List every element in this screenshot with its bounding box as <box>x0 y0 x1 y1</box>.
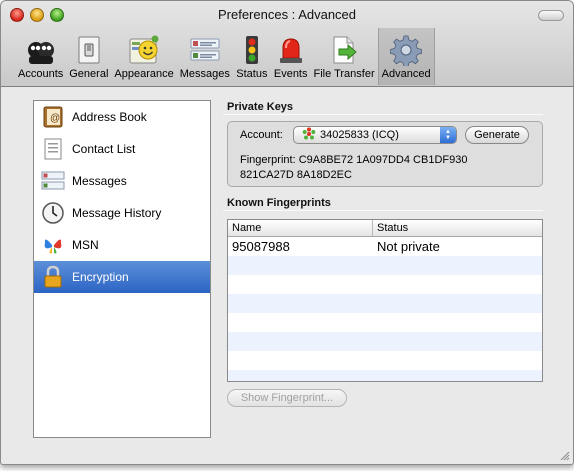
toolbar-general[interactable]: General <box>66 28 111 85</box>
toolbar-file-transfer[interactable]: File Transfer <box>311 28 378 85</box>
accounts-icon <box>25 34 57 66</box>
table-row[interactable]: 95087988 Not private <box>228 237 542 256</box>
account-popup[interactable]: 34025833 (ICQ) ▲ ▼ <box>293 126 457 144</box>
table-body: 95087988 Not private <box>228 237 542 381</box>
table-header: Name Status <box>228 220 542 237</box>
sidebar-item-msn[interactable]: MSN <box>34 229 210 261</box>
row-name: 95087988 <box>232 239 290 254</box>
column-header-status[interactable]: Status <box>373 220 408 236</box>
icq-flower-icon <box>302 127 316 144</box>
empty-row <box>228 275 542 294</box>
toolbar-label: File Transfer <box>313 68 375 80</box>
toolbar-toggle-button[interactable] <box>538 10 564 21</box>
toolbar-label: Messages <box>179 68 230 80</box>
contact-list-icon <box>40 136 66 162</box>
toolbar-messages[interactable]: Messages <box>177 28 233 85</box>
generate-button[interactable]: Generate <box>465 126 529 144</box>
messages-icon <box>189 34 221 66</box>
smiley-palette-icon <box>128 34 160 66</box>
show-fingerprint-button[interactable]: Show Fingerprint... <box>227 389 347 407</box>
siren-icon <box>275 34 307 66</box>
svg-text:@: @ <box>50 113 60 124</box>
messages-icon <box>40 168 66 194</box>
fingerprint-line-1: Fingerprint: C9A8BE72 1A097DD4 CB1DF930 <box>240 154 468 166</box>
empty-row <box>228 313 542 332</box>
toolbar-label: Advanced <box>381 68 431 80</box>
row-status: Not private <box>377 239 440 254</box>
known-fingerprints-table: Name Status 95087988 Not private <box>227 219 543 382</box>
fingerprint-text: Fingerprint: C9A8BE72 1A097DD4 CB1DF930 … <box>240 153 530 183</box>
empty-row <box>228 256 542 275</box>
toolbar-advanced[interactable]: Advanced <box>377 28 435 85</box>
private-keys-divider <box>223 114 543 115</box>
sidebar-item-messages[interactable]: Messages <box>34 165 210 197</box>
sidebar-item-encryption[interactable]: Encryption <box>34 261 210 293</box>
sidebar-item-contact-list[interactable]: Contact List <box>34 133 210 165</box>
sidebar-item-label: Contact List <box>72 142 136 156</box>
window-title: Preferences : Advanced <box>217 7 357 22</box>
private-keys-box: Account: 34025833 (ICQ) ▲ ▼ Generate Fing… <box>227 121 543 187</box>
sidebar-item-label: Messages <box>72 174 127 188</box>
toolbar-label: Accounts <box>18 68 64 80</box>
traffic-light-icon <box>236 34 268 66</box>
empty-row <box>228 351 542 370</box>
fingerprint-line-2: 821CA27D 8A18D2EC <box>240 169 352 181</box>
column-header-name[interactable]: Name <box>228 220 373 236</box>
settings-category-list: @ Address Book Contact List Messages Mes… <box>33 100 211 438</box>
empty-row <box>228 370 542 381</box>
clock-icon <box>40 200 66 226</box>
toolbar-label: Status <box>236 68 268 80</box>
padlock-icon <box>40 264 66 290</box>
title-bar: Preferences : Advanced <box>1 1 573 27</box>
sidebar-item-label: Address Book <box>72 110 147 124</box>
preferences-window: Preferences : Advanced Accounts General … <box>0 0 574 465</box>
account-label: Account: <box>240 129 283 141</box>
sidebar-item-address-book[interactable]: @ Address Book <box>34 101 210 133</box>
sidebar-item-message-history[interactable]: Message History <box>34 197 210 229</box>
account-value: 34025833 (ICQ) <box>320 129 399 141</box>
address-book-icon: @ <box>40 104 66 130</box>
toolbar-appearance[interactable]: Appearance <box>111 28 176 85</box>
sidebar-item-label: Encryption <box>72 270 129 284</box>
msn-butterfly-icon <box>40 232 66 258</box>
light-switch-icon <box>73 34 105 66</box>
toolbar-label: General <box>69 68 109 80</box>
gear-icon <box>390 34 422 66</box>
toolbar-label: Appearance <box>114 68 174 80</box>
popup-arrows-icon: ▲ ▼ <box>440 127 456 143</box>
sidebar-item-label: MSN <box>72 238 99 252</box>
sidebar-item-label: Message History <box>72 206 162 220</box>
known-fingerprints-divider <box>223 210 543 211</box>
toolbar-events[interactable]: Events <box>271 28 311 85</box>
toolbar-status[interactable]: Status <box>233 28 271 85</box>
resize-grip-icon[interactable] <box>559 450 570 461</box>
empty-row <box>228 332 542 351</box>
file-transfer-icon <box>328 34 360 66</box>
toolbar-accounts[interactable]: Accounts <box>15 28 66 85</box>
window-chrome: Preferences : Advanced Accounts General … <box>1 1 573 87</box>
preferences-toolbar: Accounts General Appearance Messages Sta… <box>15 28 435 86</box>
empty-row <box>228 294 542 313</box>
known-fingerprints-heading: Known Fingerprints <box>227 197 331 209</box>
toolbar-label: Events <box>273 68 308 80</box>
account-popup-value: 34025833 (ICQ) <box>294 127 440 144</box>
private-keys-heading: Private Keys <box>227 101 294 113</box>
